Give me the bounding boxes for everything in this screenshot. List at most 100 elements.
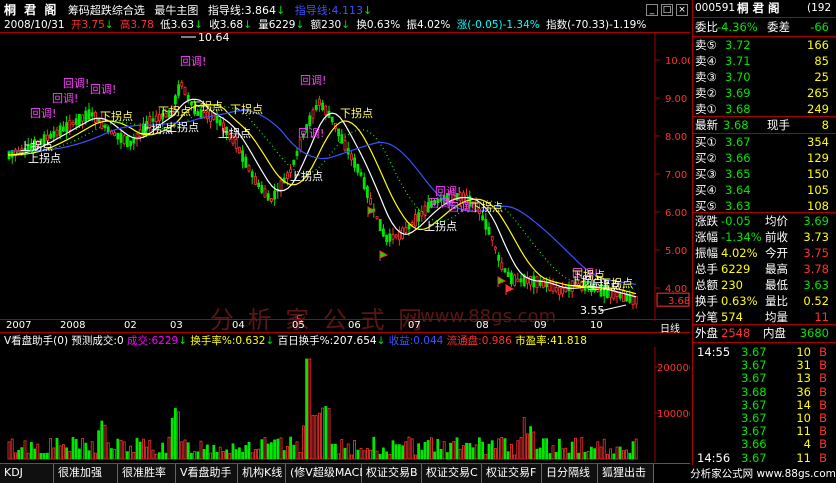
volume-bar: [263, 437, 267, 460]
sell-volume: 25: [814, 70, 829, 84]
volume-bar: [285, 445, 289, 460]
low-price: 低3.63: [160, 19, 195, 31]
buy-order-row[interactable]: 买④ 3.64 105: [695, 182, 833, 198]
candle-body: [119, 133, 123, 143]
stat-row[interactable]: 振幅 4.02% 今开 3.75: [695, 245, 833, 261]
candle-body: [359, 172, 363, 176]
candle-body: [381, 228, 385, 237]
volume-bar: [522, 416, 526, 460]
volume-bar: [305, 358, 309, 460]
indicator-name[interactable]: V看盘助手(0): [4, 335, 68, 347]
stat-row[interactable]: 总手 6229 最高 3.78: [695, 261, 833, 277]
volume-bar: [567, 452, 571, 460]
volume-bar: [497, 438, 501, 460]
stat-row[interactable]: 涨跌 -0.05 均价 3.69: [695, 213, 833, 229]
candle-body: [497, 255, 501, 261]
stock-code-suffix: (192: [807, 2, 832, 14]
stat-label: 分笔: [695, 310, 718, 324]
sell-order-row[interactable]: 卖⑤ 3.72 166: [695, 37, 833, 53]
sell-order-row[interactable]: 卖① 3.68 249: [695, 101, 833, 117]
volume-bar: [526, 433, 529, 460]
volume-bar: [631, 441, 635, 460]
volume-bar: [634, 438, 638, 460]
maximize-icon[interactable]: □: [661, 4, 673, 16]
sell-order-row[interactable]: 卖④ 3.71 85: [695, 53, 833, 69]
volume-bar: [298, 452, 302, 460]
candle-body: [202, 112, 206, 118]
cur-vol-value: 8: [821, 118, 829, 132]
volume-bar: [330, 443, 334, 460]
candle-body: [535, 276, 539, 288]
volume-bar: [362, 450, 366, 460]
minimize-icon[interactable]: _: [646, 4, 658, 16]
buy-order-row[interactable]: 买① 3.67 354: [695, 134, 833, 150]
candle-body: [362, 177, 366, 190]
stat-value: 6229: [721, 262, 751, 276]
deal-arrow-icon: ↓: [178, 335, 188, 347]
volume-bar: [542, 438, 545, 460]
tab-warrant-c[interactable]: 权证交易C: [422, 464, 482, 483]
tab-day-separator[interactable]: 日分隔线: [542, 464, 598, 483]
tab-institution-k[interactable]: 机构K线: [238, 464, 286, 483]
guide-line-value: 指导线:3.864: [207, 4, 277, 17]
volume-bar: [487, 443, 491, 460]
date-label: 05: [292, 320, 305, 331]
volume-bar: [110, 448, 113, 460]
stat-label: 今开: [765, 246, 788, 260]
tab-hz-winrate[interactable]: 很准胜率: [118, 464, 176, 483]
stat-value: 3.78: [803, 262, 829, 276]
sell-order-row[interactable]: 卖③ 3.70 25: [695, 69, 833, 85]
volume-bar: [615, 446, 619, 460]
tab-hz-strong[interactable]: 很准加强: [54, 464, 118, 483]
candle-body: [481, 215, 485, 221]
tab-v-assistant[interactable]: V看盘助手: [176, 464, 238, 483]
stat-row[interactable]: 分笔 574 均量 11: [695, 309, 833, 325]
buy-level-label: 买⑤: [695, 199, 717, 213]
formula-name[interactable]: 筹码超跌综合选: [68, 4, 145, 17]
tab-warrant-b[interactable]: 权证交易B: [362, 464, 422, 483]
main-chart-name[interactable]: 最牛主图: [154, 4, 198, 17]
buy-order-row[interactable]: 买⑤ 3.63 108: [695, 198, 833, 214]
volume-bar: [126, 451, 129, 460]
volume-bar: [167, 436, 171, 460]
inner-label: 内盘: [763, 326, 786, 340]
date-axis: 2007 2008 02 03 04 05 06 07 08 09 10 日线: [0, 319, 690, 335]
candle-body: [68, 119, 72, 131]
date-label: 2008: [60, 320, 86, 331]
open-arrow-icon: ↓: [104, 19, 114, 31]
buy-level-label: 买④: [695, 183, 717, 197]
candle-body: [321, 102, 325, 111]
candle-body: [113, 132, 116, 137]
buy-order-row[interactable]: 买② 3.66 129: [695, 150, 833, 166]
stat-row[interactable]: 总额 230 最低 3.63: [695, 277, 833, 293]
volume-bar: [301, 425, 305, 460]
pullback-signal: 回调!: [52, 92, 78, 105]
candle-body: [257, 182, 261, 187]
candle-body: [551, 283, 555, 292]
tick-row[interactable]: 14:56 3.67 11 B: [695, 450, 833, 466]
tick-volume: 11: [796, 450, 811, 465]
close-icon[interactable]: ×: [676, 4, 688, 16]
sell-order-row[interactable]: 卖② 3.69 265: [695, 85, 833, 101]
tab-warrant-f[interactable]: 权证交易F: [482, 464, 542, 483]
volume-bar: [529, 426, 532, 460]
amount-arrow-icon: ↓: [341, 19, 350, 31]
volume-bar: [90, 441, 94, 460]
volume-bar: [225, 449, 229, 460]
buy-volume: 108: [807, 199, 829, 213]
volume-bar: [516, 440, 520, 460]
volume-bar: [606, 453, 609, 460]
guide-line-value-2: 指导线:4.113: [294, 4, 363, 17]
volume-bar: [237, 447, 241, 460]
amplitude: 振4.02%: [406, 19, 451, 31]
volume-chart[interactable]: 200000 100000: [0, 347, 695, 462]
tab-kdj[interactable]: KDJ: [0, 464, 54, 483]
buy-order-row[interactable]: 买③ 3.65 150: [695, 166, 833, 182]
stat-row[interactable]: 换手 0.63% 量比 0.52: [695, 293, 833, 309]
tab-super-macd[interactable]: (修V超级MACD: [286, 464, 368, 483]
stat-row[interactable]: 涨幅 -1.34% 前收 3.73: [695, 229, 833, 245]
candlestick-chart[interactable]: 10.009.008.007.006.005.004.003.68回调!回调!回…: [0, 31, 694, 326]
tab-fox-attack[interactable]: 狐狸出击: [598, 464, 654, 483]
up-turn-signal: 上拐点: [28, 151, 61, 165]
sell-level-label: 卖②: [695, 86, 717, 100]
